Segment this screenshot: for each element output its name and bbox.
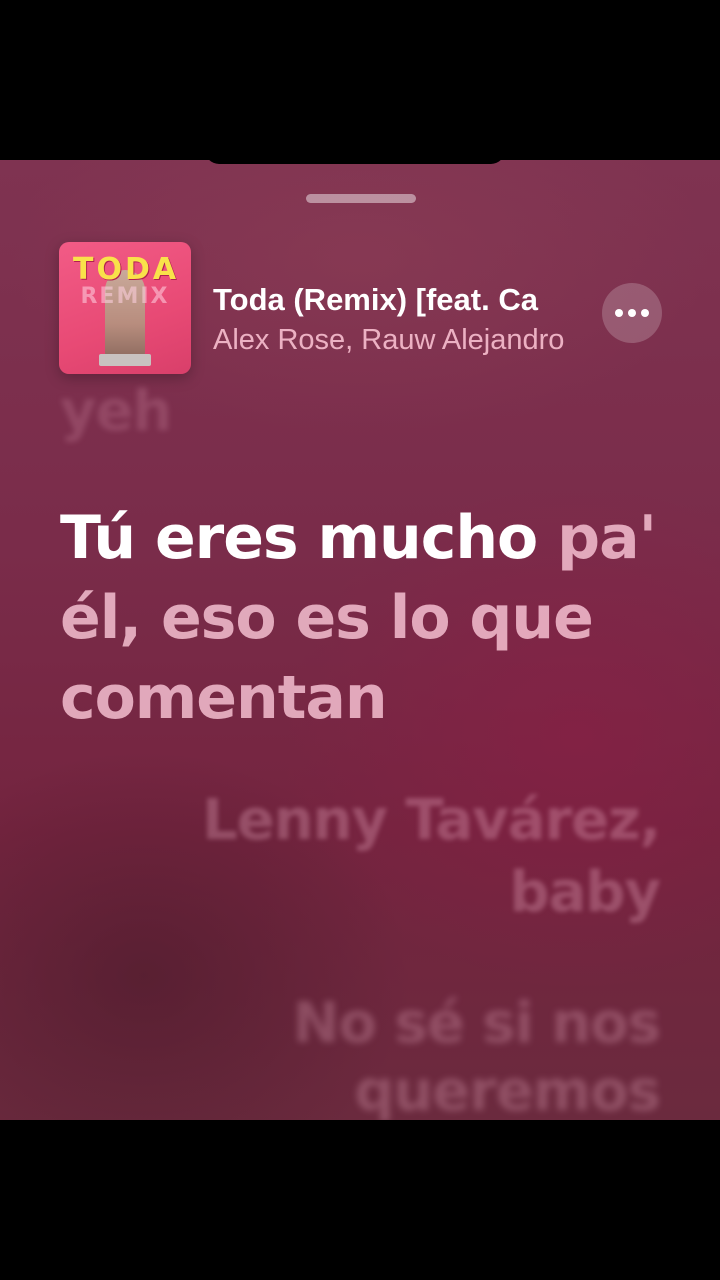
artwork-title: TODA: [73, 252, 180, 287]
song-artist[interactable]: Alex Rose, Rauw Alejandro: [213, 320, 595, 360]
lyric-line-after-next[interactable]: No sé si nos queremos: [100, 990, 661, 1120]
album-artwork[interactable]: REMIX TODA: [59, 242, 191, 374]
lyric-sung-text: Tú eres mucho: [60, 503, 538, 573]
lyrics-screen: yeh Tú eres mucho pa' él, eso es lo que …: [0, 160, 720, 1120]
song-title[interactable]: Toda (Remix) [feat. Ca: [213, 278, 595, 322]
lyric-line-next[interactable]: Lenny Tavárez, baby: [100, 785, 661, 929]
artwork-subtitle: REMIX: [80, 284, 170, 309]
letterbox-top: [0, 0, 720, 160]
ellipsis-icon: [615, 309, 649, 317]
lyric-line-previous[interactable]: yeh: [60, 382, 172, 442]
more-options-button[interactable]: [602, 283, 662, 343]
device-notch: [205, 150, 505, 164]
now-playing-header: REMIX TODA Toda (Remix) [feat. Ca Alex R…: [0, 240, 720, 380]
artwork-pedestal: [99, 354, 151, 366]
lyric-line-current[interactable]: Tú eres mucho pa' él, eso es lo que come…: [60, 498, 660, 738]
letterbox-bottom: [0, 1120, 720, 1280]
